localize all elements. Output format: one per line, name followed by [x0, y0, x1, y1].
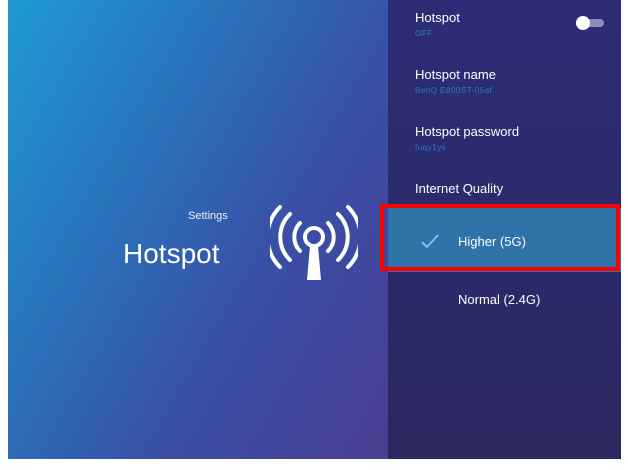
highlight-annotation — [380, 204, 620, 271]
internet-quality-label: Internet Quality — [415, 181, 504, 196]
hotspot-password-label[interactable]: Hotspot password — [415, 124, 519, 139]
toggle-knob — [576, 16, 590, 30]
option-normal-2-4g[interactable]: Normal (2.4G) — [458, 292, 540, 307]
page-title: Hotspot — [123, 238, 220, 269]
settings-breadcrumb: Settings — [188, 210, 228, 222]
hotspot-state: OFF — [415, 29, 433, 38]
left-panel: Settings Hotspot — [8, 0, 388, 459]
hotspot-toggle[interactable] — [576, 16, 606, 30]
hotspot-name-value: BenQ E800ST-05af — [415, 86, 493, 95]
hotspot-name-label[interactable]: Hotspot name — [415, 67, 496, 82]
hotspot-password-value: fuqy1yv — [415, 143, 447, 152]
hotspot-antenna-icon — [270, 205, 358, 280]
hotspot-label[interactable]: Hotspot — [415, 10, 460, 25]
